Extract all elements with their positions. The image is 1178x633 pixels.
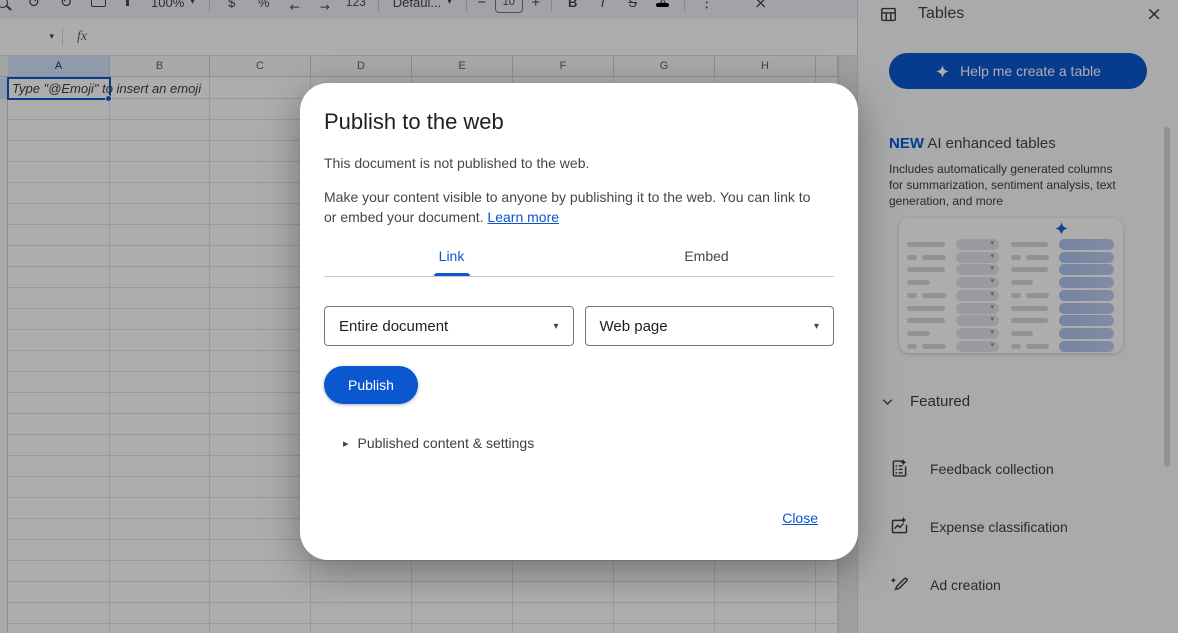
tab-link[interactable]: Link (324, 239, 579, 276)
chevron-down-icon: ▾ (553, 321, 558, 332)
chevron-down-icon: ▾ (814, 321, 819, 332)
learn-more-link[interactable]: Learn more (487, 209, 559, 225)
publish-status-text: This document is not published to the we… (324, 153, 834, 173)
publish-scope-select[interactable]: Entire document ▾ (324, 306, 574, 346)
google-sheets-app: ↺ ↻ 100% ▾ $ % .0 ← .00 → 1 (0, 0, 1178, 633)
disclosure-triangle-icon: ▸ (343, 437, 349, 450)
publish-tabs: Link Embed (324, 239, 834, 277)
publish-to-web-dialog: Publish to the web This document is not … (300, 83, 858, 560)
published-content-settings-expander[interactable]: ▸ Published content & settings (343, 435, 834, 451)
close-dialog-button[interactable]: Close (782, 510, 818, 526)
publish-button[interactable]: Publish (324, 366, 418, 404)
publish-body-text: Make your content visible to anyone by p… (324, 187, 824, 227)
active-tab-indicator (434, 273, 470, 276)
dialog-title: Publish to the web (324, 108, 834, 136)
publish-format-select[interactable]: Web page ▾ (585, 306, 835, 346)
tab-embed[interactable]: Embed (579, 239, 834, 276)
